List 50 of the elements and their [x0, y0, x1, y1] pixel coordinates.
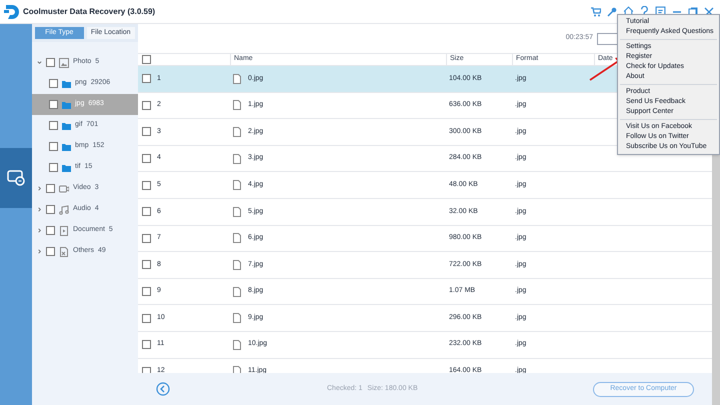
file-icon	[233, 233, 241, 244]
photo-icon	[59, 58, 69, 68]
checkbox[interactable]	[142, 340, 151, 350]
checkbox[interactable]	[142, 100, 151, 110]
file-icon	[233, 286, 241, 297]
checkbox[interactable]	[142, 180, 151, 190]
file-icon	[233, 260, 241, 270]
file-icon	[233, 313, 241, 324]
recover-icon	[7, 170, 25, 186]
checkbox[interactable]	[49, 121, 58, 130]
recover-mode-tab[interactable]	[0, 148, 32, 208]
window-title: Coolmuster Data Recovery (3.0.59)	[23, 6, 156, 18]
folder-icon	[62, 80, 71, 88]
file-icon	[233, 74, 241, 84]
checkbox[interactable]	[142, 314, 151, 323]
document-icon	[59, 226, 69, 236]
file-icon	[233, 100, 241, 110]
checkbox[interactable]	[142, 127, 151, 136]
checkbox[interactable]	[46, 205, 55, 214]
file-icon	[233, 126, 241, 137]
checkbox[interactable]	[142, 287, 151, 296]
file-icon	[233, 180, 241, 190]
checkbox[interactable]	[49, 100, 58, 109]
checkbox[interactable]	[142, 74, 151, 84]
app-logo-icon	[4, 4, 20, 20]
music-note-icon	[59, 204, 69, 214]
checkbox[interactable]	[46, 184, 55, 193]
file-icon	[59, 246, 69, 256]
checkbox[interactable]	[46, 226, 55, 235]
file-icon	[233, 206, 241, 217]
checkbox[interactable]	[46, 58, 55, 67]
video-camera-icon	[59, 184, 69, 194]
checkbox[interactable]	[142, 207, 151, 216]
folder-icon	[62, 142, 71, 150]
checkbox[interactable]	[49, 142, 58, 151]
checkbox[interactable]	[49, 163, 58, 172]
checkbox[interactable]	[142, 260, 151, 270]
folder-icon	[62, 100, 71, 108]
file-icon	[233, 154, 241, 164]
file-icon	[233, 340, 241, 350]
folder-icon	[62, 164, 71, 172]
checkbox[interactable]	[49, 79, 58, 88]
checkbox[interactable]	[142, 154, 151, 164]
folder-icon	[62, 122, 71, 130]
back-icon[interactable]	[156, 382, 170, 396]
cart-icon[interactable]	[591, 6, 601, 16]
checkbox[interactable]	[142, 55, 151, 64]
checkbox[interactable]	[142, 234, 151, 243]
checkbox[interactable]	[46, 247, 55, 256]
key-icon[interactable]	[607, 6, 617, 16]
